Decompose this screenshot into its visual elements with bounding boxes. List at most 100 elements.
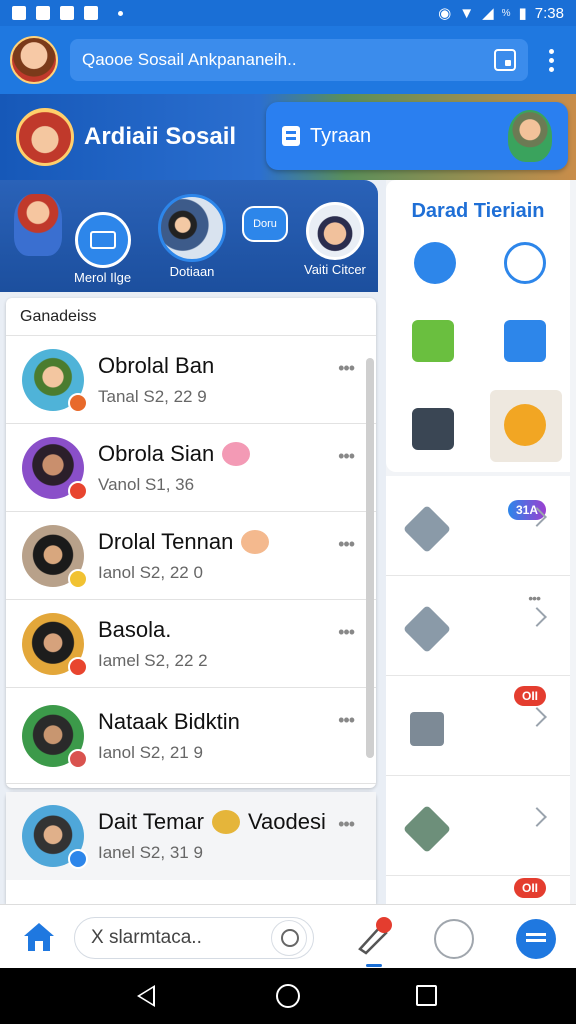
home-icon[interactable] — [22, 921, 56, 953]
profile-icon[interactable] — [516, 919, 556, 959]
recent-apps-icon[interactable] — [416, 985, 437, 1006]
story-avatar — [158, 194, 226, 262]
more-options-icon[interactable]: ••• — [528, 590, 541, 606]
back-icon[interactable] — [137, 985, 155, 1007]
contact-meta: Ianol S2, 21 9 — [98, 742, 203, 762]
task-icon[interactable] — [412, 408, 454, 450]
active-indicator — [366, 964, 382, 967]
status-badge — [68, 748, 88, 769]
alarm-icon: ◉ — [438, 5, 452, 22]
pig-icon — [222, 441, 251, 466]
status-badge — [68, 568, 88, 589]
quick-actions-title: Darad Tieriain — [411, 200, 545, 222]
card-icon — [74, 212, 131, 268]
story-label: Merol Ilge — [74, 270, 132, 285]
bookmark-icon — [282, 126, 300, 146]
conversation-list-more: Dait Temar Vaodesi Ianel S2, 31 9 ••• — [6, 792, 376, 904]
shortcut-row[interactable]: ••• — [386, 576, 570, 676]
friend-button[interactable]: Tyraan — [266, 102, 568, 170]
story-item[interactable]: Dotiaan — [158, 194, 226, 279]
save-icon[interactable] — [494, 49, 516, 71]
story-item[interactable]: Merol Ilge — [74, 212, 131, 285]
chevron-right-icon[interactable] — [527, 707, 547, 727]
notification-icon — [12, 6, 26, 20]
tag-icon — [402, 804, 452, 854]
contact-name: Basola. — [98, 616, 172, 642]
contact-name: Obrola Sian — [98, 440, 215, 466]
contact-name: Dait Temar — [98, 809, 204, 834]
battery-icon: ▮ — [518, 5, 527, 22]
top-bar: Qaooe Sosail Ankpananeih.. — [0, 26, 576, 94]
contact-extra: Vaodesi — [247, 809, 326, 834]
kebab-menu-icon[interactable] — [536, 48, 566, 72]
star-icon[interactable] — [504, 404, 546, 446]
location-icon[interactable] — [414, 242, 456, 284]
mascot-figure — [508, 110, 552, 162]
app-avatar[interactable] — [10, 36, 58, 84]
story-label: Vaiti Citcer — [304, 262, 366, 277]
dot-icon — [118, 10, 123, 16]
more-options-icon[interactable]: ••• — [338, 534, 355, 555]
contact-avatar — [22, 348, 88, 413]
more-options-icon[interactable]: ••• — [338, 446, 355, 467]
home-button-icon[interactable] — [276, 984, 300, 1008]
search-icon[interactable] — [271, 920, 307, 956]
conversation-row[interactable]: Obrolal Ban Tanal S2, 22 9 ••• — [6, 336, 376, 424]
more-options-icon[interactable]: ••• — [338, 358, 355, 379]
conversation-row[interactable]: Nataak Bidktin Ianol S2, 21 9 ••• — [6, 688, 376, 784]
scrollbar[interactable] — [366, 358, 374, 758]
shortcut-row[interactable]: 31A — [386, 476, 570, 576]
contact-name: Obrolal Ban — [98, 352, 215, 378]
clock: 7:38 — [534, 4, 564, 22]
conversation-row[interactable]: Obrola Sian Vanol S1, 36 ••• — [6, 424, 376, 512]
story-item[interactable]: Doru — [242, 206, 288, 242]
search-text: Qaooe Sosail Ankpananeih.. — [82, 50, 297, 69]
more-options-icon[interactable]: ••• — [338, 814, 355, 835]
stories-strip: Merol Ilge Dotiaan Doru Vaiti Citcer — [0, 180, 378, 292]
conversation-heading: Ganadeiss — [6, 298, 376, 336]
shortcut-row[interactable]: OII — [386, 676, 570, 776]
pencil-icon — [402, 604, 452, 654]
mascot-icon — [14, 194, 62, 256]
contact-avatar — [22, 436, 88, 501]
contact-avatar — [22, 612, 88, 677]
status-badge — [68, 656, 88, 677]
search-input[interactable]: Qaooe Sosail Ankpananeih.. — [70, 39, 528, 81]
status-badge — [68, 392, 88, 413]
chevron-right-icon[interactable] — [527, 807, 547, 827]
shortcut-pill: OII — [513, 878, 546, 898]
status-badge — [68, 480, 88, 501]
contact-meta: Vanol S1, 36 — [98, 474, 195, 494]
box-icon[interactable] — [412, 320, 454, 362]
contact-meta: Tanal S2, 22 9 — [98, 386, 207, 406]
notifications-icon[interactable] — [352, 917, 392, 967]
status-bar: ◉ ▼ ◢ % ▮ 7:38 — [0, 0, 576, 26]
right-panel: Darad Tieriain 31A ••• OII OII — [386, 180, 576, 904]
conversation-row[interactable]: Drolal Tennan Ianol S2, 22 0 ••• — [6, 512, 376, 600]
settings-icon — [60, 6, 74, 20]
story-item[interactable]: Vaiti Citcer — [304, 202, 366, 277]
bottom-search-input[interactable]: X slarmtaca.. — [74, 917, 314, 959]
shortcut-row[interactable] — [386, 776, 570, 876]
conversation-row[interactable]: Dait Temar Vaodesi Ianel S2, 31 9 ••• — [6, 792, 376, 880]
screenshot-icon — [84, 6, 98, 20]
message-icon[interactable] — [504, 320, 546, 362]
story-avatar — [305, 202, 364, 260]
chat-icon[interactable] — [504, 242, 546, 284]
contact-avatar — [22, 524, 88, 589]
more-options-icon[interactable]: ••• — [338, 710, 355, 731]
shortcut-pill: OII — [513, 686, 546, 706]
contact-meta: Iamel S2, 22 2 — [98, 650, 208, 670]
banner-avatar[interactable] — [16, 108, 74, 166]
story-label: Doru — [253, 218, 277, 230]
document-icon — [410, 712, 444, 746]
bottom-nav: X slarmtaca.. — [0, 904, 576, 968]
conversation-row[interactable]: Basola. Iamel S2, 22 2 ••• — [6, 600, 376, 688]
friend-button-label: Tyraan — [310, 124, 372, 147]
chevron-right-icon[interactable] — [527, 607, 547, 627]
contact-meta: Ianol S2, 22 0 — [98, 562, 203, 582]
more-options-icon[interactable]: ••• — [338, 622, 355, 643]
apps-icon[interactable] — [434, 919, 474, 959]
shortcut-list: 31A ••• OII OII — [386, 476, 570, 904]
story-bubble: Doru — [242, 206, 288, 242]
